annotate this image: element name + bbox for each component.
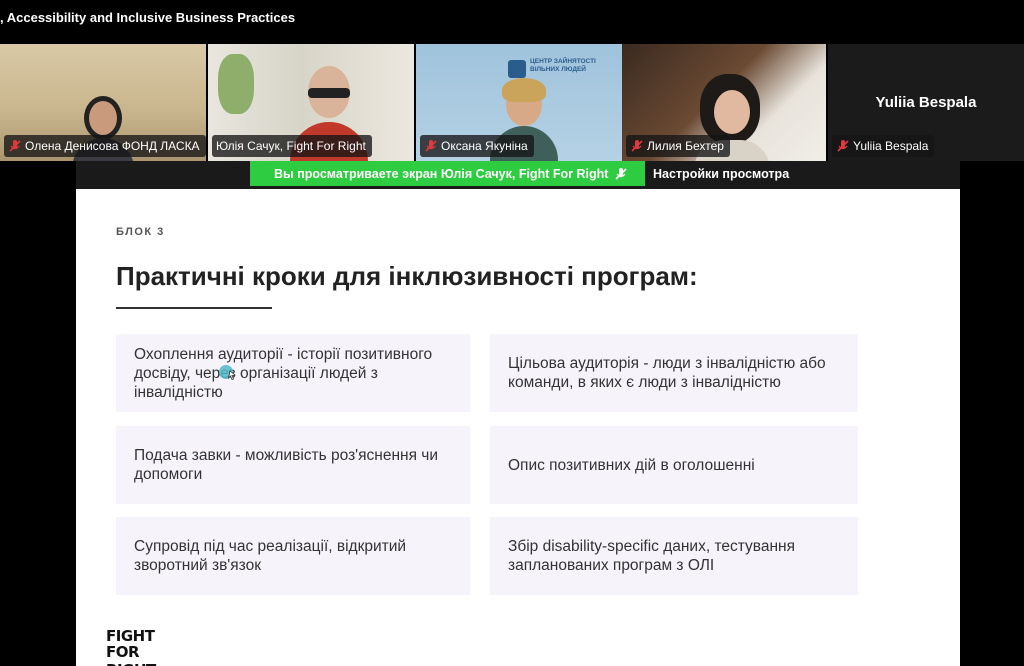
participant-name: Юлія Сачук, Fight For Right xyxy=(216,139,366,153)
participant-name-tag: Лилия Бехтер xyxy=(626,135,730,157)
slide-title: Практичні кроки для інклюзивності програ… xyxy=(116,261,698,291)
step-card: Цільова аудиторія - люди з інвалідністю … xyxy=(490,334,858,412)
meeting-title: , Accessibility and Inclusive Business P… xyxy=(0,10,296,25)
step-card: Збір disability-specific даних, тестуван… xyxy=(490,517,858,595)
participant-tile-2[interactable]: Юлія Сачук, Fight For Right xyxy=(208,44,414,161)
participant-tile-4[interactable]: Лилия Бехтер xyxy=(622,44,826,161)
background-text: ЦЕНТР ЗАЙНЯТОСТІ ВІЛЬНИХ ЛЮДЕЙ xyxy=(530,58,596,73)
mic-muted-icon xyxy=(425,140,437,152)
mic-muted-icon xyxy=(9,140,21,152)
mic-muted-icon xyxy=(837,140,849,152)
video-gallery: Олена Денисова ФОНД ЛАСКА Юлія Сачук, Fi… xyxy=(0,44,1024,161)
share-banner-text: Вы просматриваете экран Юлія Сачук, Figh… xyxy=(274,166,609,181)
step-card-text: Охоплення аудиторії - історії позитивног… xyxy=(134,345,433,401)
participant-name: Олена Денисова ФОНД ЛАСКА xyxy=(25,139,200,153)
participant-name-tag: Юлія Сачук, Fight For Right xyxy=(212,135,372,157)
step-card: Охоплення аудиторії - історії позитивног… xyxy=(116,334,470,412)
block-label: БЛОК 3 xyxy=(116,226,165,238)
participant-display-name: Yuliia Bespala xyxy=(875,94,977,111)
participant-name-tag: Олена Денисова ФОНД ЛАСКА xyxy=(4,135,206,157)
mic-muted-icon xyxy=(631,140,643,152)
step-card-text: Супровід під час реалізації, відкритий з… xyxy=(134,538,407,574)
step-card-text: Цільова аудиторія - люди з інвалідністю … xyxy=(508,355,826,391)
shared-slide: БЛОК 3 Практичні кроки для інклюзивності… xyxy=(76,189,960,666)
participant-tile-1[interactable]: Олена Денисова ФОНД ЛАСКА xyxy=(0,44,206,161)
participant-name-tag: Yuliia Bespala xyxy=(832,135,935,157)
fight-for-right-logo: FIGHT FOR RIGHT xyxy=(106,627,166,666)
step-card-text: Подача завки - можливість роз'яснення чи… xyxy=(134,447,439,483)
remote-cursor-icon xyxy=(219,365,236,380)
participant-tile-5[interactable]: Yuliia Bespala Yuliia Bespala xyxy=(828,44,1024,161)
step-card: Опис позитивних дій в оголошенні xyxy=(490,426,858,504)
participant-name: Лилия Бехтер xyxy=(647,139,724,153)
step-card-text: Опис позитивних дій в оголошенні xyxy=(508,456,755,474)
participant-name: Оксана Якуніна xyxy=(441,139,528,153)
participant-name: Yuliia Bespala xyxy=(853,139,929,153)
view-options-button[interactable]: Настройки просмотра xyxy=(645,161,798,186)
step-card-text: Збір disability-specific даних, тестуван… xyxy=(508,538,795,574)
logo-line-2: FOR RIGHT xyxy=(106,643,156,666)
organization-logo-icon xyxy=(508,60,526,78)
screen-share-banner: Вы просматриваете экран Юлія Сачук, Figh… xyxy=(250,161,662,186)
step-card: Супровід під час реалізації, відкритий з… xyxy=(116,517,470,595)
title-underline xyxy=(116,307,272,309)
participant-tile-3[interactable]: ЦЕНТР ЗАЙНЯТОСТІ ВІЛЬНИХ ЛЮДЕЙ Оксана Як… xyxy=(416,44,622,161)
meeting-title-bar: , Accessibility and Inclusive Business P… xyxy=(0,0,1024,40)
participant-name-tag: Оксана Якуніна xyxy=(420,135,534,157)
step-card: Подача завки - можливість роз'яснення чи… xyxy=(116,426,470,504)
mic-muted-icon xyxy=(615,167,627,180)
